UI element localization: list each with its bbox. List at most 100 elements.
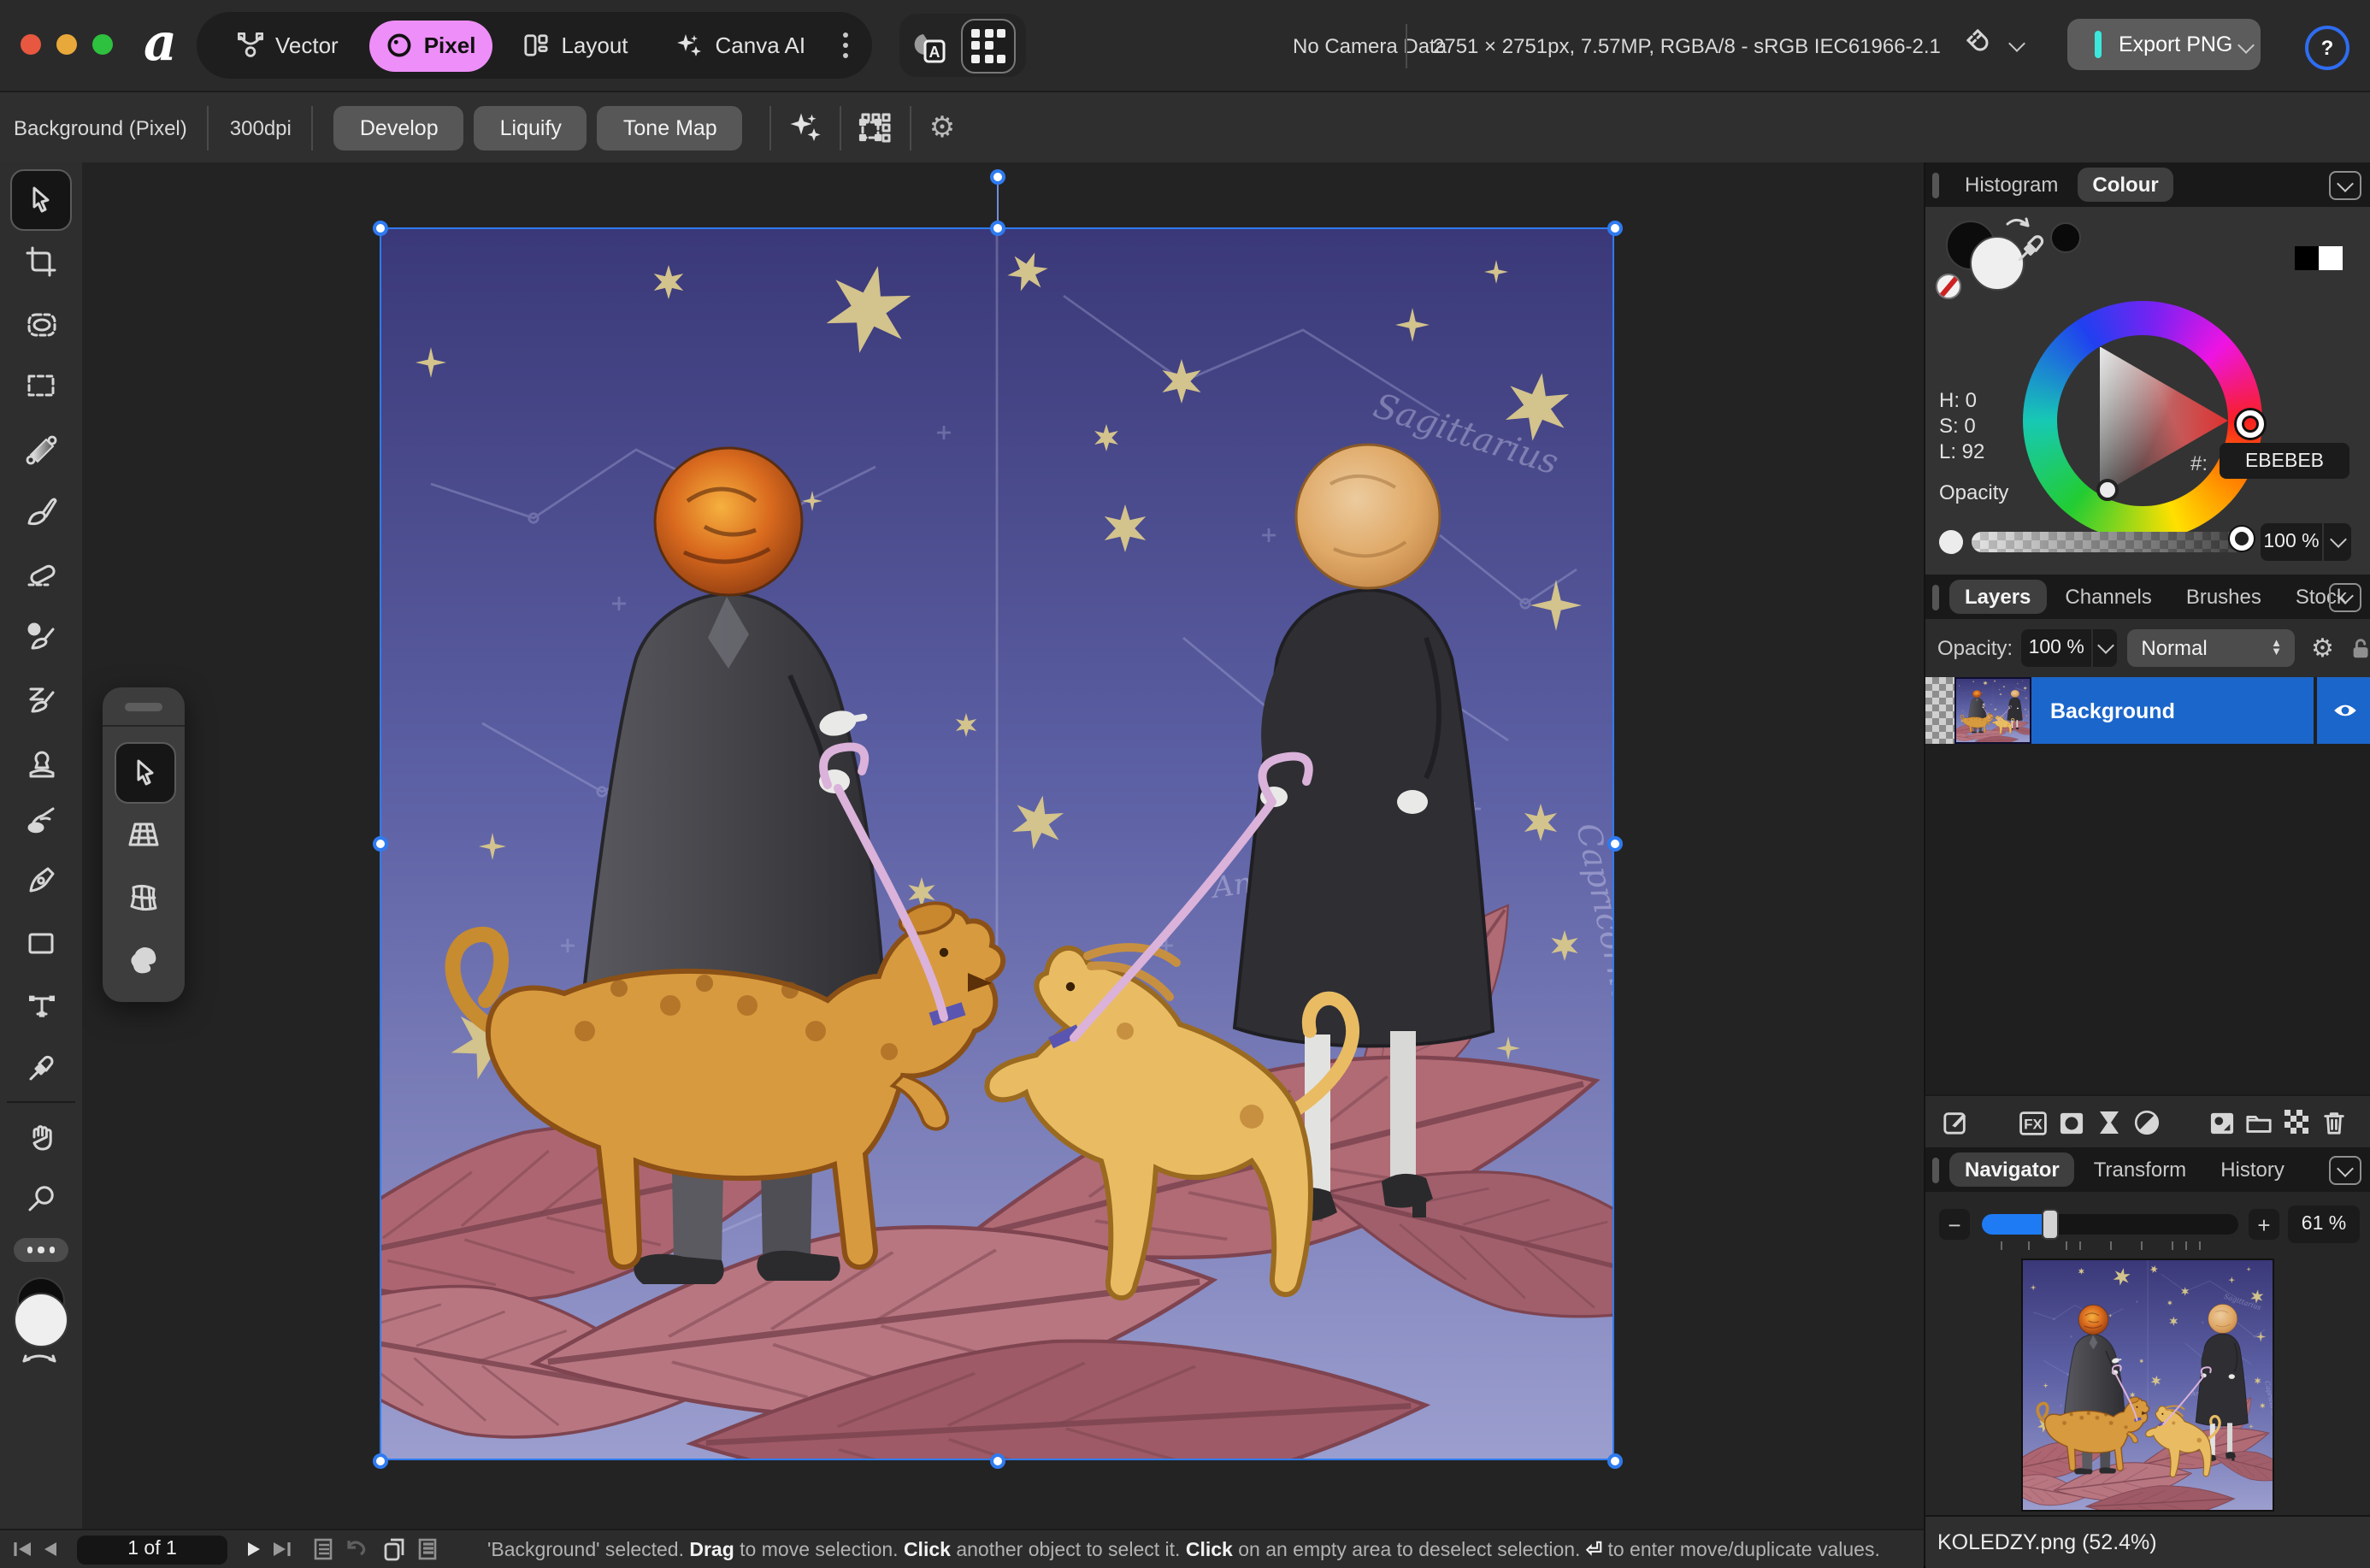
zoom-out-button[interactable]: − [1939, 1209, 1970, 1240]
clone-stamp-tool[interactable] [0, 734, 82, 792]
tab-histogram[interactable]: Histogram [1949, 168, 2073, 202]
new-layer-button[interactable] [2278, 1110, 2315, 1135]
liquify-button[interactable]: Liquify [475, 105, 587, 150]
persona-overflow-menu[interactable] [843, 32, 848, 58]
selection-handle-bottom-right[interactable] [1607, 1453, 1622, 1468]
hex-input[interactable]: EBEBEB [2220, 443, 2349, 479]
previous-page-button[interactable] [43, 1541, 58, 1558]
tab-colour[interactable]: Colour [2077, 168, 2173, 202]
no-colour-swatch[interactable] [1936, 274, 1961, 299]
snapping-control[interactable] [1963, 26, 2023, 60]
page-indicator[interactable]: 1 of 1 [77, 1535, 227, 1564]
export-png-button[interactable]: Export PNG [2067, 19, 2260, 70]
tab-layers[interactable]: Layers [1949, 580, 2046, 614]
layer-row-background[interactable]: Background [1925, 677, 2370, 744]
separated-mode-toggle[interactable] [961, 18, 1016, 73]
first-page-button[interactable] [14, 1541, 32, 1558]
new-pixel-layer-button[interactable] [2202, 1111, 2240, 1135]
primary-colour-swatch[interactable] [14, 1293, 68, 1347]
navigator-preview[interactable] [2023, 1260, 2273, 1510]
opacity-dropdown[interactable] [2324, 523, 2351, 561]
hue-selector[interactable] [2237, 410, 2264, 438]
opacity-slider[interactable] [1972, 532, 2245, 552]
new-group-button[interactable] [2240, 1111, 2278, 1135]
selection-brush-tool[interactable] [0, 296, 82, 354]
move-tool[interactable] [10, 169, 72, 231]
selection-handle-middle-right[interactable] [1607, 836, 1622, 852]
tone-map-button[interactable]: Tone Map [598, 105, 743, 150]
delete-layer-button[interactable] [2315, 1110, 2353, 1135]
undo-brush-tool[interactable] [0, 670, 82, 728]
edit-layer-button[interactable] [1936, 1110, 1973, 1135]
gradient-tool[interactable] [0, 421, 82, 479]
layer-thumbnail[interactable] [1954, 677, 2031, 744]
panel-collapse-button[interactable] [2329, 171, 2361, 200]
develop-button[interactable]: Develop [334, 105, 464, 150]
zoom-slider-thumb[interactable] [2042, 1209, 2059, 1240]
saturation-lightness-selector[interactable] [2096, 479, 2119, 501]
colour-replacement-brush-tool[interactable] [0, 607, 82, 665]
mask-layer-button[interactable] [2052, 1111, 2090, 1135]
assistant-icon[interactable]: A [910, 25, 951, 66]
paint-brush-tool[interactable] [0, 482, 82, 540]
crop-tool[interactable] [0, 233, 82, 291]
swap-colours-icon[interactable] [19, 1349, 60, 1366]
marquee-select-tool[interactable] [0, 357, 82, 416]
pages-icon[interactable] [313, 1537, 333, 1561]
panel-collapse-button[interactable] [2329, 583, 2361, 612]
layer-name[interactable]: Background [2031, 699, 2314, 722]
zoom-window-button[interactable] [92, 34, 113, 55]
zoom-tool[interactable] [0, 1170, 82, 1228]
tab-history[interactable]: History [2205, 1152, 2300, 1187]
panel-drag-handle[interactable] [1932, 584, 1939, 610]
tab-channels[interactable]: Channels [2049, 580, 2167, 614]
layers-opacity-dropdown[interactable] [2091, 629, 2117, 667]
opacity-value[interactable]: 100 % [2261, 523, 2322, 561]
panel-collapse-button[interactable] [2329, 1156, 2361, 1185]
lock-icon[interactable] [2349, 635, 2370, 661]
colour-picker-tool[interactable] [0, 1038, 82, 1096]
panel-drag-handle[interactable] [1932, 1157, 1939, 1182]
flyout-perspective-tool[interactable] [115, 805, 173, 864]
black-swatch[interactable] [2295, 246, 2319, 270]
help-button[interactable]: ? [2305, 26, 2349, 70]
rectangle-tool[interactable] [0, 915, 82, 973]
persona-canva-ai[interactable]: Canva AI [659, 12, 823, 79]
frame-text-tool[interactable] [0, 976, 82, 1035]
eyedropper-icon[interactable] [2014, 231, 2049, 265]
flyout-mesh-warp-tool[interactable] [115, 869, 173, 927]
pen-tool[interactable] [0, 852, 82, 910]
auto-enhance-icon[interactable] [789, 110, 823, 144]
duplicate-icon[interactable] [383, 1537, 405, 1561]
blend-mode-select[interactable]: Normal ▲▼ [2127, 629, 2296, 667]
selection-handle-bottom-center[interactable] [989, 1453, 1005, 1468]
persona-vector[interactable]: Vector [221, 12, 356, 79]
notes-icon[interactable] [417, 1537, 438, 1561]
white-swatch[interactable] [2319, 246, 2343, 270]
tab-transform[interactable]: Transform [2078, 1152, 2202, 1187]
selection-handle-bottom-left[interactable] [372, 1453, 387, 1468]
flyout-liquify-tool[interactable] [115, 932, 173, 990]
view-hand-tool[interactable] [0, 1108, 82, 1166]
persona-layout[interactable]: Layout [506, 12, 645, 79]
palette-drag-handle[interactable] [125, 703, 162, 711]
layer-settings-gear-icon[interactable]: ⚙ [2311, 633, 2334, 663]
gear-icon[interactable]: ⚙ [929, 110, 956, 144]
dpi-value[interactable]: 300dpi [230, 115, 292, 139]
selection-handle-top-right[interactable] [1607, 220, 1622, 235]
adjustment-layer-button[interactable] [2090, 1110, 2127, 1135]
next-page-button[interactable] [246, 1541, 262, 1558]
flyout-move-tool[interactable] [115, 742, 176, 804]
live-filter-button[interactable] [2127, 1110, 2165, 1135]
history-undo-icon[interactable] [344, 1539, 368, 1559]
more-tools-button[interactable] [14, 1238, 68, 1262]
layer-visibility-toggle[interactable] [2317, 677, 2370, 744]
smudge-tool[interactable] [0, 790, 82, 848]
zoom-percentage[interactable]: 61 % [2288, 1205, 2360, 1243]
layer-effects-button[interactable]: FX [2014, 1111, 2052, 1135]
layers-opacity-value[interactable]: 100 % [2021, 629, 2091, 667]
selection-handle-top-left[interactable] [372, 220, 387, 235]
zoom-in-button[interactable]: + [2249, 1209, 2279, 1240]
selection-handle-top-center[interactable] [989, 220, 1005, 235]
persona-pixel[interactable]: Pixel [369, 20, 493, 71]
